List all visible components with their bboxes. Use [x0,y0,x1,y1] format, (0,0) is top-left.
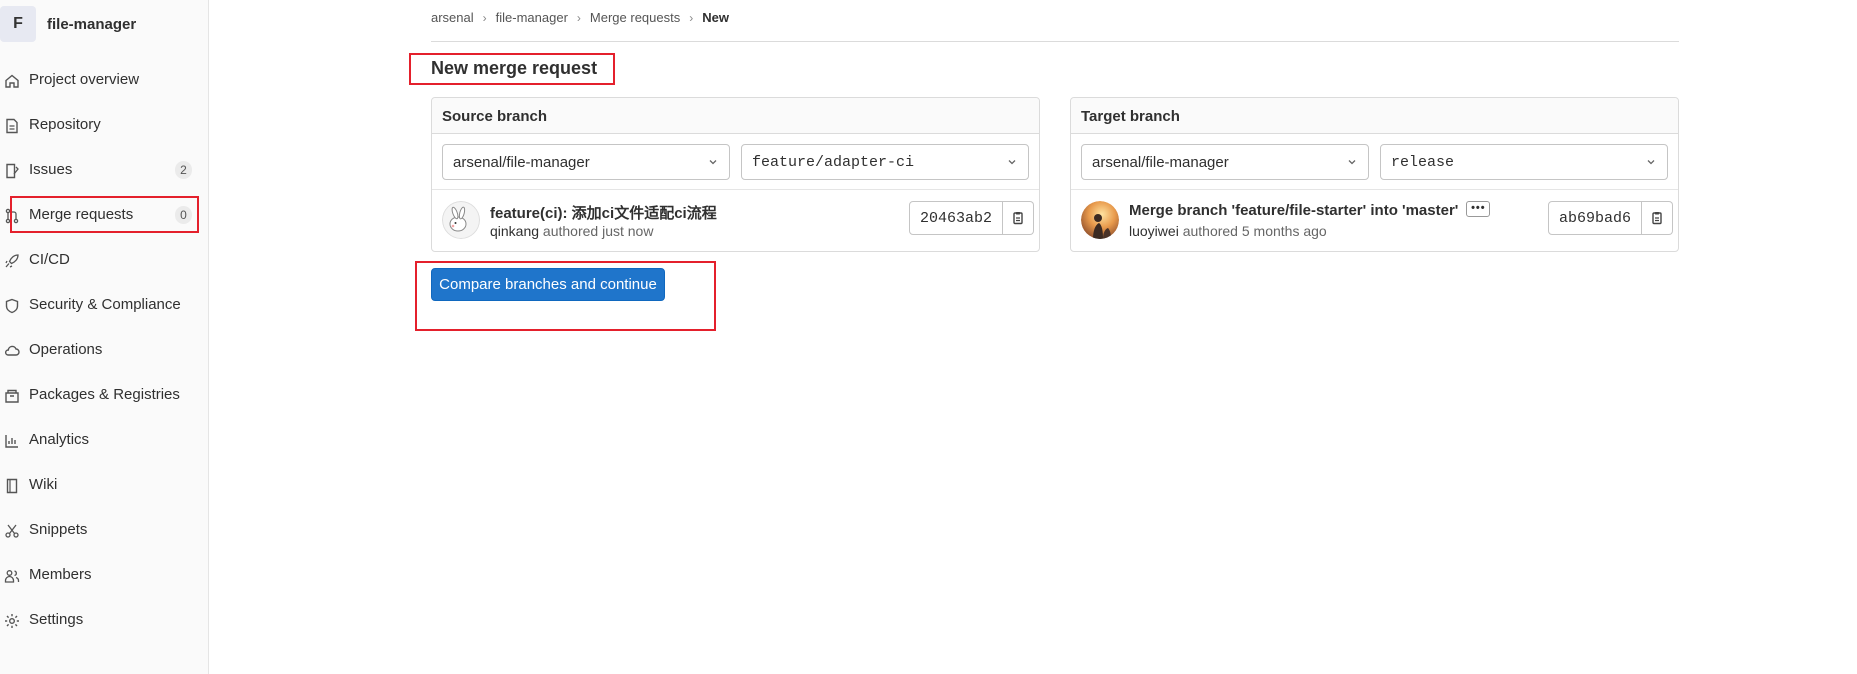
source-branch-header: Source branch [432,98,1039,134]
scissors-icon [5,524,19,538]
chevron-down-icon [1348,160,1356,165]
sidebar-item-packages-registries[interactable]: Packages & Registries [0,373,209,418]
source-commit-meta: qinkang authored just now [490,223,653,239]
sidebar-item-ci-cd[interactable]: CI/CD [0,238,209,283]
merge-request-icon [5,208,19,224]
home-icon [5,74,19,88]
target-branch-header: Target branch [1071,98,1678,134]
target-sha-group: ab69bad6 [1548,201,1674,235]
target-commit-authored-text: authored 5 months ago [1178,223,1327,239]
gear-icon [5,614,19,628]
sidebar-item-label: Merge requests [29,206,134,223]
sidebar-item-merge-requests[interactable]: Merge requests 0 [0,193,209,238]
target-project-dropdown[interactable]: arsenal/file-manager [1081,144,1369,180]
shield-icon [5,298,19,314]
cloud-gear-icon [4,345,20,356]
sidebar-item-settings[interactable]: Settings [0,598,209,643]
sidebar-item-wiki[interactable]: Wiki [0,463,209,508]
sidebar-item-label: Packages & Registries [29,386,180,403]
users-icon [4,570,20,583]
project-name[interactable]: file-manager [47,16,136,33]
sidebar-item-members[interactable]: Members [0,553,209,598]
chevron-right-icon: › [482,10,487,25]
sidebar-item-label: Issues [29,161,73,178]
chevron-down-icon [1008,160,1016,165]
breadcrumb-item-project[interactable]: file-manager [496,10,568,25]
sidebar-item-security-compliance[interactable]: Security & Compliance [0,283,209,328]
copy-sha-button[interactable] [1642,201,1674,235]
chevron-down-icon [709,160,717,165]
source-commit-sha[interactable]: 20463ab2 [909,201,1004,235]
project-avatar[interactable]: F [0,6,36,42]
sidebar-item-label: Repository [29,116,101,133]
rocket-icon [5,254,19,268]
sidebar: F file-manager Project overview Reposito… [0,0,209,674]
target-commit-title-text[interactable]: Merge branch 'feature/file-starter' into… [1129,202,1458,219]
sidebar-item-label: Analytics [29,431,90,448]
book-icon [6,478,18,494]
package-icon [5,389,19,403]
breadcrumb-current[interactable]: New [702,10,729,25]
breadcrumb-item-merge-requests[interactable]: Merge requests [590,10,680,25]
target-branch-dropdown[interactable]: release [1380,144,1668,180]
divider [432,189,1039,190]
chevron-right-icon: › [576,10,581,25]
sidebar-item-label: Snippets [29,521,88,538]
source-branch-dropdown[interactable]: feature/adapter-ci [741,144,1029,180]
compare-branches-button[interactable]: Compare branches and continue [431,268,665,301]
source-sha-group: 20463ab2 [909,201,1035,235]
target-project-value: arsenal/file-manager [1092,154,1229,171]
source-branch-panel: Source branch arsenal/file-manager featu… [431,97,1040,252]
target-commit-meta: luoyiwei authored 5 months ago [1129,223,1327,239]
sidebar-item-label: Settings [29,611,84,628]
sidebar-item-operations[interactable]: Operations [0,328,209,373]
source-commit-author[interactable]: qinkang [490,223,539,239]
chevron-down-icon [1647,160,1655,165]
merge-requests-count-badge: 0 [175,206,192,224]
avatar[interactable] [1081,201,1119,239]
copy-icon [1013,212,1023,225]
sidebar-nav: Project overview Repository Issues 2 Mer… [0,58,209,643]
source-project-dropdown[interactable]: arsenal/file-manager [442,144,730,180]
divider [1071,189,1678,190]
breadcrumb: arsenal › file-manager › Merge requests … [431,10,729,25]
source-commit-authored-text: authored just now [539,223,654,239]
chart-icon [5,435,18,448]
target-branch-panel: Target branch arsenal/file-manager relea… [1070,97,1679,252]
document-icon [6,118,18,134]
source-commit-title[interactable]: feature(ci): 添加ci文件适配ci流程 [490,202,717,223]
sidebar-item-label: Security & Compliance [29,296,181,313]
sidebar-item-label: Operations [29,341,103,358]
issues-count-badge: 2 [175,161,192,179]
sidebar-item-label: Wiki [29,476,58,493]
expand-commit-button[interactable]: ••• [1466,201,1491,218]
issues-icon [6,163,19,179]
source-project-value: arsenal/file-manager [453,154,590,171]
copy-icon [1652,212,1662,225]
sidebar-item-snippets[interactable]: Snippets [0,508,209,553]
target-branch-value: release [1391,154,1455,171]
project-header[interactable]: F file-manager [0,6,209,42]
page-title: New merge request [431,58,598,78]
breadcrumb-item-group[interactable]: arsenal [431,10,474,25]
sidebar-item-repository[interactable]: Repository [0,103,209,148]
target-commit-title: Merge branch 'feature/file-starter' into… [1129,201,1491,219]
sidebar-item-label: Members [29,566,92,583]
target-commit-sha[interactable]: ab69bad6 [1548,201,1643,235]
sidebar-item-label: Project overview [29,71,140,88]
sidebar-item-issues[interactable]: Issues 2 [0,148,209,193]
divider [431,41,1679,42]
copy-sha-button[interactable] [1003,201,1035,235]
source-branch-value: feature/adapter-ci [752,154,915,171]
target-commit-author[interactable]: luoyiwei [1129,223,1179,239]
sidebar-item-analytics[interactable]: Analytics [0,418,209,463]
avatar[interactable] [442,201,480,239]
sidebar-item-project-overview[interactable]: Project overview [0,58,209,103]
sidebar-item-label: CI/CD [29,251,70,268]
chevron-right-icon: › [689,10,694,25]
